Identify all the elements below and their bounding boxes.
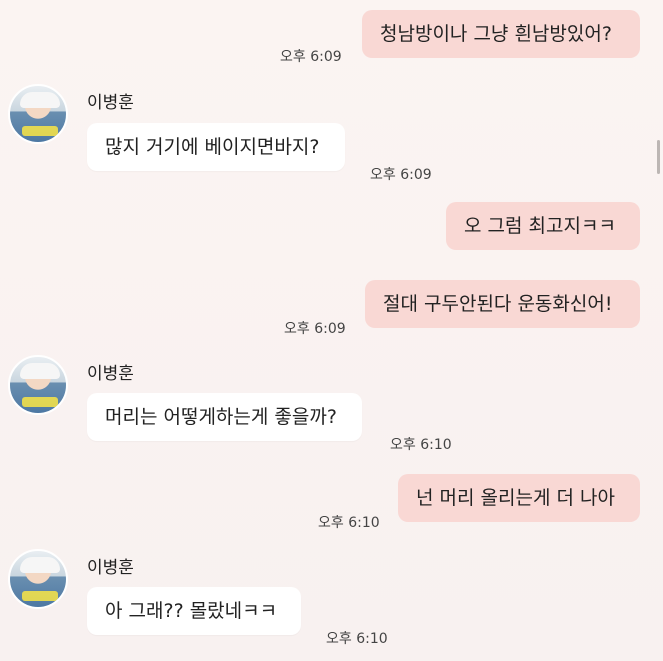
- avatar[interactable]: [8, 84, 68, 144]
- sender-name: 이병훈: [87, 364, 134, 384]
- message-time: 오후 6:09: [284, 321, 346, 337]
- avatar-cap-shape: [20, 92, 60, 108]
- message-bubble-outgoing[interactable]: 청남방이나 그냥 흰남방있어?: [362, 10, 640, 58]
- avatar-cap-shape: [20, 363, 60, 379]
- message-time: 오후 6:09: [370, 167, 432, 183]
- avatar-badge-shape: [22, 397, 58, 407]
- message-time: 오후 6:09: [280, 49, 342, 65]
- sender-name: 이병훈: [87, 93, 134, 113]
- message-bubble-incoming[interactable]: 아 그래?? 몰랐네ㅋㅋ: [87, 587, 301, 635]
- avatar-badge-shape: [22, 591, 58, 601]
- message-time: 오후 6:10: [318, 515, 380, 531]
- message-bubble-incoming[interactable]: 머리는 어떻게하는게 좋을까?: [87, 393, 362, 441]
- message-bubble-outgoing[interactable]: 절대 구두안된다 운동화신어!: [365, 280, 640, 328]
- avatar-cap-shape: [20, 557, 60, 573]
- avatar[interactable]: [8, 549, 68, 609]
- message-time: 오후 6:10: [326, 631, 388, 647]
- avatar[interactable]: [8, 355, 68, 415]
- message-bubble-outgoing[interactable]: 넌 머리 올리는게 더 나아: [398, 474, 640, 522]
- message-bubble-incoming[interactable]: 많지 거기에 베이지면바지?: [87, 123, 345, 171]
- scrollbar-thumb[interactable]: [657, 140, 660, 174]
- message-bubble-outgoing[interactable]: 오 그럼 최고지ㅋㅋ: [446, 202, 640, 250]
- sender-name: 이병훈: [87, 558, 134, 578]
- avatar-badge-shape: [22, 126, 58, 136]
- message-time: 오후 6:10: [390, 437, 452, 453]
